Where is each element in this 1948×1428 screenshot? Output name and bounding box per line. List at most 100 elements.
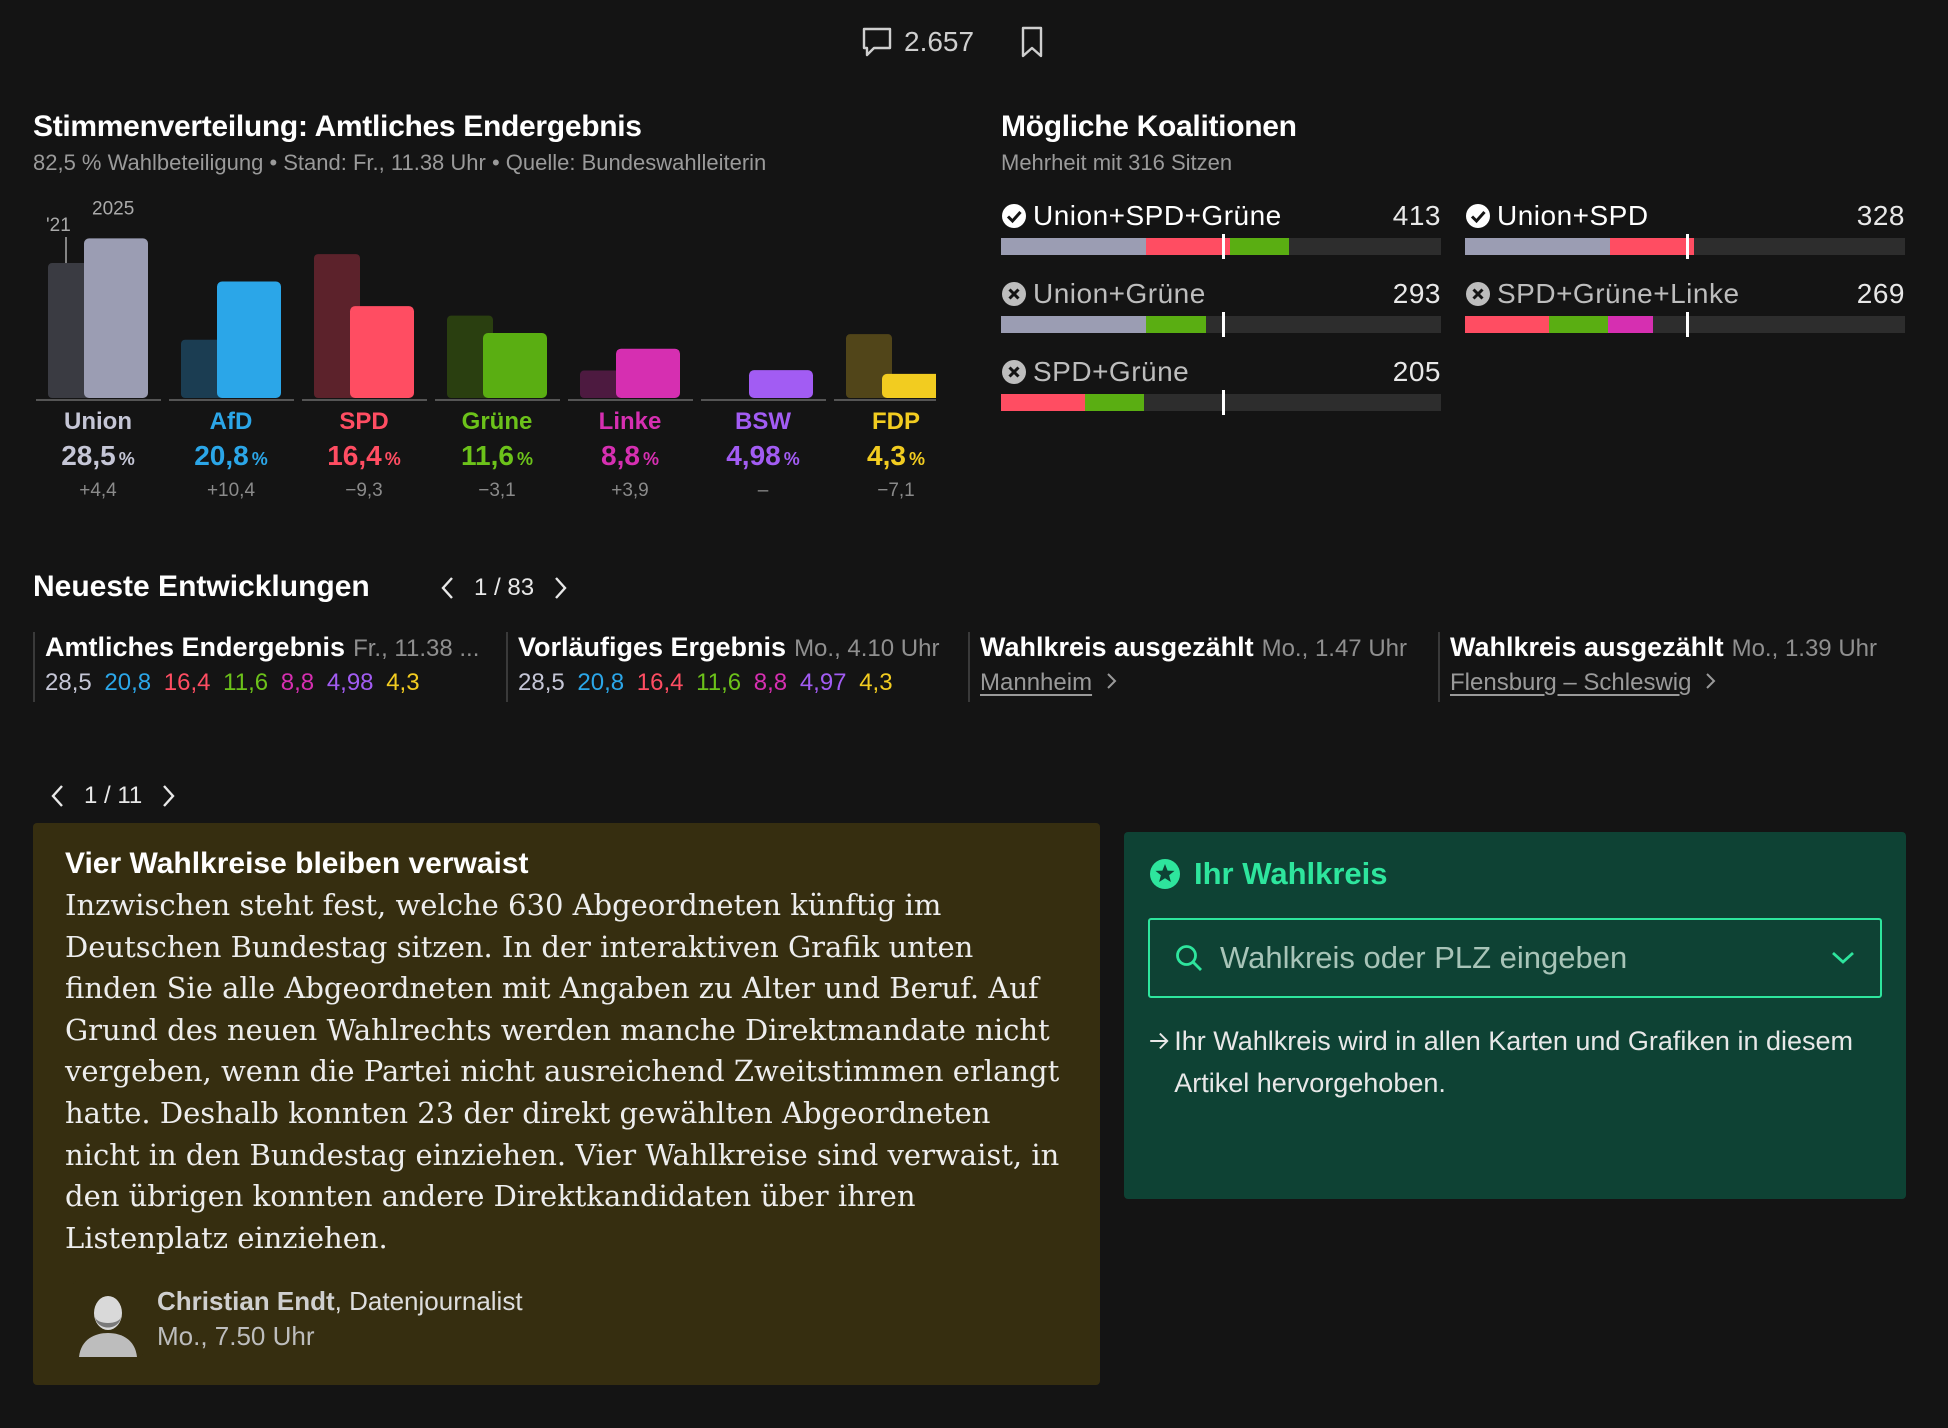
- bar-2025-bsw: [749, 370, 813, 398]
- comment-icon: [862, 27, 892, 57]
- wahlkreis-search-box[interactable]: [1148, 918, 1882, 998]
- party-name: FDP: [872, 408, 920, 435]
- development-value: 16,4: [163, 669, 224, 696]
- news-time: Mo., 7.50 Uhr: [157, 1321, 315, 1351]
- coalition-label: Union+SPD+Grüne: [1033, 200, 1282, 231]
- coalition-segment: [1608, 316, 1653, 333]
- developments-title: Neueste Entwicklungen: [33, 570, 370, 603]
- votes-header: Stimmenverteilung: Amtliches Endergebnis…: [33, 110, 766, 176]
- party-diff: −7,1: [877, 480, 915, 501]
- development-time: Mo., 4.10 Uhr: [794, 635, 940, 662]
- chevron-right-icon: [1706, 673, 1716, 689]
- development-time: Mo., 1.39 Uhr: [1731, 635, 1877, 662]
- coalition-seats: 205: [1392, 356, 1441, 387]
- coalition-segment: [1465, 238, 1611, 255]
- party-value: 16,4%: [327, 440, 401, 471]
- label-prev-year: '21: [46, 215, 71, 236]
- coalition-seats: 413: [1392, 200, 1441, 231]
- party-diff: −9,3: [345, 480, 383, 501]
- chevron-right-icon[interactable]: [552, 575, 568, 601]
- development-value: 11,6: [696, 669, 754, 696]
- author-name: Christian Endt: [157, 1286, 335, 1316]
- wahlkreis-widget: Ihr Wahlkreis Ihr Wahlkreis wird in alle…: [1124, 832, 1906, 1199]
- development-value: 8,8: [280, 669, 327, 696]
- wahlkreis-note: Ihr Wahlkreis wird in allen Karten und G…: [1148, 1020, 1882, 1104]
- development-time: Fr., 11.38 ...: [353, 635, 480, 662]
- development-card[interactable]: Wahlkreis ausgezählt Mo., 1.47 Uhr Mannhei…: [968, 632, 1407, 702]
- wahlkreis-link[interactable]: Flensburg – Schleswig: [1450, 669, 1691, 696]
- development-value: 8,8: [753, 669, 800, 696]
- chevron-down-icon[interactable]: [1830, 950, 1856, 966]
- coalition-bar: [1001, 390, 1441, 415]
- votes-subtitle: 82,5 % Wahlbeteiligung • Stand: Fr., 11.…: [33, 150, 767, 175]
- votes-title: Stimmenverteilung: Amtliches Endergebnis: [33, 110, 642, 143]
- majority-marker: [1221, 390, 1225, 415]
- party-column-linke: Linke 8,8% +3,9: [565, 408, 695, 502]
- majority-marker: [1685, 312, 1689, 337]
- check-circle-icon: [1002, 204, 1026, 228]
- author-role: , Datenjournalist: [334, 1286, 523, 1316]
- x-circle-icon: [1002, 360, 1026, 384]
- coalition-segment: [1001, 394, 1085, 411]
- wahlkreis-input[interactable]: [1220, 940, 1814, 976]
- developments-page: 1 / 83: [474, 574, 535, 601]
- coalition-segment: [1548, 316, 1609, 333]
- vote-bars-svg: '21 2025: [36, 198, 936, 401]
- development-value: 4,97: [799, 669, 860, 696]
- coalitions-subtitle: Mehrheit mit 316 Sitzen: [1001, 150, 1233, 175]
- coalition-segment: [1001, 238, 1147, 255]
- development-card[interactable]: Vorläufiges Ergebnis Mo., 4.10 Uhr 28,5 20…: [506, 632, 939, 702]
- news-card: Vier Wahlkreise bleiben verwaist Inzwisc…: [33, 823, 1100, 1385]
- coalition-label: Union+Grüne: [1033, 278, 1206, 309]
- development-value: 4,98: [326, 669, 387, 696]
- party-name: Grüne: [461, 408, 533, 435]
- coalition-item[interactable]: SPD+Grüne+Linke 269: [1465, 278, 1905, 337]
- coalition-seats: 269: [1856, 278, 1905, 309]
- development-title: Vorläufiges Ergebnis: [518, 632, 787, 662]
- coalition-label: SPD+Grüne: [1033, 356, 1190, 387]
- coalition-item[interactable]: SPD+Grüne 205: [1001, 356, 1441, 415]
- party-name: SPD: [339, 408, 389, 435]
- chevron-left-icon[interactable]: [440, 575, 456, 601]
- coalition-item[interactable]: Union+SPD 328: [1465, 200, 1905, 259]
- star-badge-icon: [1150, 859, 1180, 889]
- party-value: 20,8%: [194, 440, 268, 471]
- comment-count: 2.657: [904, 26, 975, 57]
- coalition-label: Union+SPD: [1497, 200, 1649, 231]
- party-value: 4,98%: [726, 440, 800, 471]
- party-value: 28,5%: [61, 440, 135, 471]
- chevron-left-icon[interactable]: [50, 783, 66, 809]
- wahlkreis-title: Ihr Wahlkreis: [1194, 856, 1388, 891]
- label-curr-year: 2025: [92, 198, 134, 219]
- chevron-right-icon[interactable]: [160, 783, 176, 809]
- coalition-seats: 328: [1856, 200, 1905, 231]
- majority-marker: [1685, 234, 1689, 259]
- party-name: Union: [64, 408, 132, 435]
- coalition-item[interactable]: Union+SPD+Grüne 413: [1001, 200, 1441, 259]
- wahlkreis-note-text: Ihr Wahlkreis wird in allen Karten und G…: [1174, 1026, 1853, 1098]
- bar-2025-fdp: [882, 373, 936, 398]
- x-circle-icon: [1002, 282, 1026, 306]
- vote-bar-chart: '21 2025 Union 28,5% +4,4 AfD 20,8% +10,4 SPD 16…: [36, 196, 936, 506]
- wahlkreis-link[interactable]: Mannheim: [980, 669, 1092, 696]
- development-value: 28,5: [518, 669, 578, 696]
- coalition-segment: [1084, 394, 1145, 411]
- bookmark-icon[interactable]: [1018, 25, 1046, 59]
- development-card[interactable]: Amtliches Endergebnis Fr., 11.38 ... 28,5 …: [33, 632, 479, 702]
- news-title: Vier Wahlkreise bleiben verwaist: [65, 847, 529, 880]
- bar-2025-grüne: [483, 333, 547, 398]
- coalition-label: SPD+Grüne+Linke: [1497, 278, 1740, 309]
- article-toolbar: 2.657: [860, 18, 1046, 66]
- development-card[interactable]: Wahlkreis ausgezählt Mo., 1.39 Uhr Flensbu…: [1438, 632, 1877, 702]
- comments-button[interactable]: 2.657: [860, 26, 974, 58]
- coalition-item[interactable]: Union+Grüne 293: [1001, 278, 1441, 337]
- arrow-right-icon: [1150, 1032, 1169, 1050]
- coalition-segment: [1610, 238, 1695, 255]
- development-value: 11,6: [223, 669, 281, 696]
- chevron-right-icon: [1107, 673, 1117, 689]
- development-time: Mo., 1.47 Uhr: [1261, 635, 1407, 662]
- party-column-union: Union 28,5% +4,4: [33, 408, 163, 502]
- x-circle-icon: [1466, 282, 1490, 306]
- development-title: Wahlkreis ausgezählt: [980, 632, 1254, 662]
- search-icon: [1176, 945, 1202, 971]
